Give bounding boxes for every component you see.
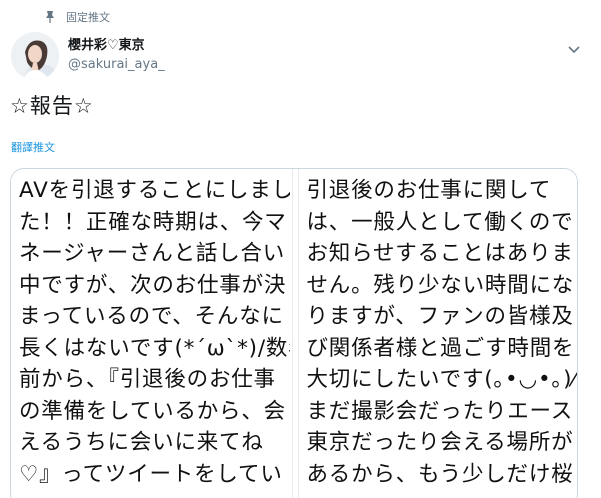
pinned-indicator: 固定推文 bbox=[44, 9, 110, 25]
media-text-line: ネージャーさんと話し合い bbox=[19, 241, 286, 266]
media-text-line: 大切にしたいです(｡•◡•｡)⁄⋆ bbox=[306, 367, 578, 392]
media-text-line: の準備をしているから、会 bbox=[19, 398, 286, 424]
pinned-tweet[interactable]: 固定推文 櫻井彩♡東京 @sakurai_aya_ ☆報告☆ 翻譯推文 AVを引… bbox=[0, 0, 601, 498]
media-text-line: まっているので、そんなに bbox=[19, 304, 284, 329]
display-name[interactable]: 櫻井彩♡東京 bbox=[68, 38, 165, 54]
tweet-text: ☆報告☆ bbox=[10, 94, 94, 118]
chevron-down-icon[interactable] bbox=[567, 40, 581, 54]
media-text-line: は、一般人として働くので bbox=[306, 209, 574, 235]
avatar[interactable] bbox=[11, 32, 59, 80]
pin-icon bbox=[44, 10, 56, 24]
user-handle[interactable]: @sakurai_aya_ bbox=[68, 56, 165, 74]
media-text-line: せん。残り少ない時間にな bbox=[306, 272, 575, 298]
media-text-line: まだ撮影会だったりエース bbox=[306, 398, 574, 424]
media-text-line: た！！正確な時期は、今マ bbox=[19, 209, 287, 235]
media-image-left[interactable]: AVを引退することにしまし た！！正確な時期は、今マ ネージャーさんと話し合い … bbox=[11, 169, 292, 498]
media-text-line: 長くはないです(*´ω`*)/数年 bbox=[19, 335, 292, 361]
media-text-line: お知らせすることはありま bbox=[306, 241, 574, 266]
media-text-line: 引退後のお仕事に関して bbox=[306, 178, 552, 203]
media-text-line: ♡』ってツイートをしてい bbox=[19, 461, 283, 487]
media-text-line: りますが、ファンの皆様及 bbox=[306, 304, 574, 329]
media-text-line: 東京だったり会える場所が bbox=[306, 430, 574, 455]
pinned-label: 固定推文 bbox=[66, 11, 110, 24]
user-info[interactable]: 櫻井彩♡東京 @sakurai_aya_ bbox=[68, 38, 165, 74]
media-text-line: び関係者様と過ごす時間を bbox=[306, 335, 575, 361]
media-card[interactable]: AVを引退することにしまし た！！正確な時期は、今マ ネージャーさんと話し合い … bbox=[10, 168, 578, 498]
media-text-line: えるうちに会いに来てね bbox=[19, 430, 264, 455]
media-text-line: あるから、もう少しだけ桜 bbox=[306, 461, 574, 487]
translate-tweet-link[interactable]: 翻譯推文 bbox=[11, 139, 55, 155]
media-text-line: AVを引退することにしまし bbox=[19, 178, 292, 203]
media-divider bbox=[291, 169, 299, 498]
media-text-line: 中ですが、次のお仕事が決 bbox=[19, 272, 287, 298]
media-image-right[interactable]: 引退後のお仕事に関して は、一般人として働くので お知らせすることはありま せん… bbox=[298, 169, 578, 498]
media-text-line: 前から、『引退後のお仕事 bbox=[19, 367, 276, 392]
